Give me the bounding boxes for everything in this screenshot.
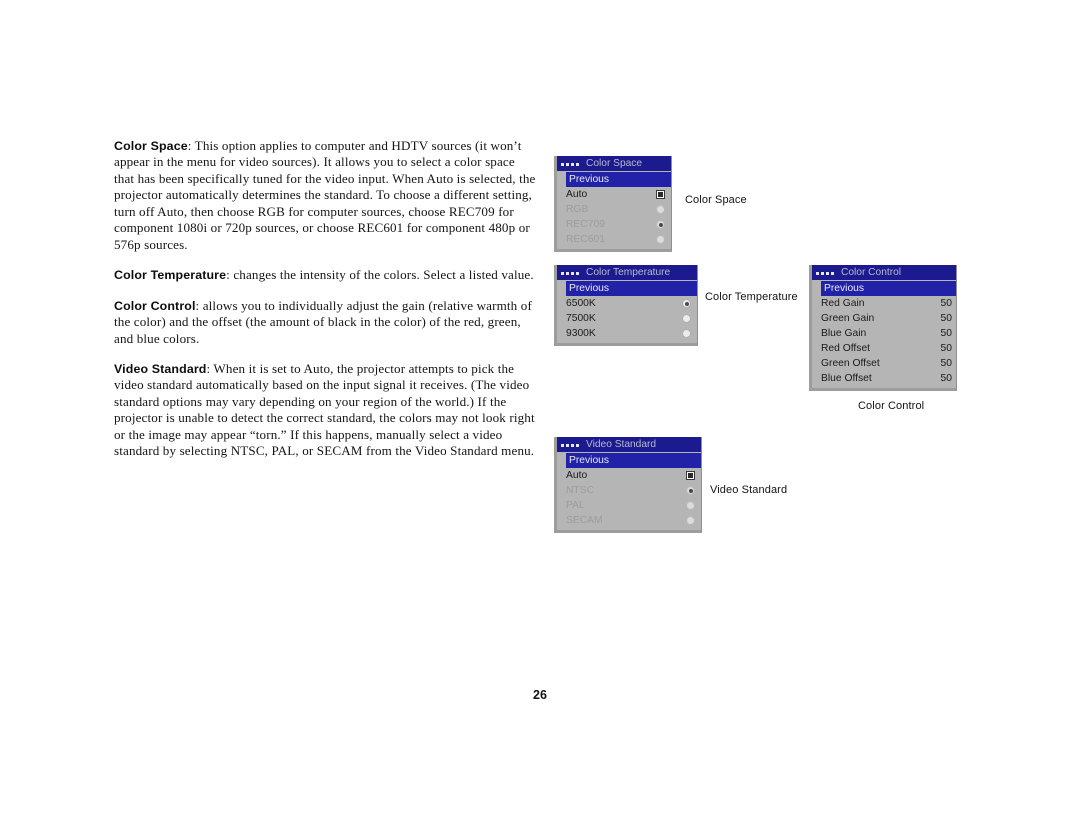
paragraph-text: : changes the intensity of the colors. S… [226, 267, 534, 283]
osd-row-list: Previous Auto NTSC PAL SECAM [557, 452, 701, 528]
osd-menu-item[interactable]: REC709 [557, 217, 671, 232]
osd-title-bar: Video Standard [557, 437, 701, 452]
osd-menu-item-value: 50 [940, 297, 952, 309]
radio-button-icon[interactable] [686, 486, 695, 495]
osd-menu-item-label: Green Offset [821, 357, 880, 369]
osd-menu-item-label: 7500K [566, 312, 596, 324]
radio-button-icon[interactable] [656, 205, 665, 214]
osd-menu-item[interactable]: REC601 [557, 232, 671, 247]
osd-menu-item-label: Blue Gain [821, 327, 867, 339]
osd-menu-item-label: Green Gain [821, 312, 875, 324]
menu-dots-icon [561, 271, 579, 275]
osd-menu-item-label: RGB [566, 203, 589, 215]
osd-menu-color-temperature[interactable]: Color Temperature Previous 6500K 7500K 9300… [554, 265, 698, 346]
osd-menu-item-label: SECAM [566, 514, 603, 526]
paragraph-color-control: Color Control: allows you to individuall… [114, 298, 538, 347]
menu-dots-icon [561, 162, 579, 166]
osd-menu-video-standard[interactable]: Video Standard Previous Auto NTSC PAL SECAM [554, 437, 702, 533]
osd-menu-item-label: 9300K [566, 327, 596, 339]
osd-menu-item-label: Auto [566, 188, 588, 200]
osd-menu-item[interactable]: Previous [566, 281, 697, 296]
osd-menu-item[interactable]: Green Offset 50 [812, 356, 956, 371]
body-text-column: Color Space: This option applies to comp… [114, 138, 538, 460]
osd-title-text: Color Space [586, 158, 643, 169]
radio-button-icon[interactable] [686, 501, 695, 510]
checkbox-icon[interactable] [656, 190, 665, 199]
osd-menu-item[interactable]: Auto [557, 187, 671, 202]
osd-menu-item-value: 50 [940, 372, 952, 384]
osd-menu-item[interactable]: RGB [557, 202, 671, 217]
osd-menu-item[interactable]: Previous [566, 172, 671, 187]
manual-page: Color Space: This option applies to comp… [0, 0, 1080, 834]
osd-menu-item-label: Previous [569, 173, 610, 185]
osd-menu-item-label: Blue Offset [821, 372, 872, 384]
osd-menu-item[interactable]: SECAM [557, 513, 701, 528]
osd-title-text: Video Standard [586, 439, 657, 450]
osd-menu-item[interactable]: NTSC [557, 483, 701, 498]
osd-menu-item-value: 50 [940, 327, 952, 339]
osd-menu-item[interactable]: Blue Offset 50 [812, 371, 956, 386]
osd-title-bar: Color Temperature [557, 265, 697, 280]
osd-menu-item[interactable]: Auto [557, 468, 701, 483]
radio-button-icon[interactable] [682, 314, 691, 323]
osd-title-text: Color Control [841, 267, 902, 278]
osd-menu-item-label: PAL [566, 499, 585, 511]
menu-dots-icon [561, 443, 579, 447]
osd-row-list: Previous Red Gain 50 Green Gain 50 Blue Gain 5… [812, 280, 956, 386]
osd-menu-item-value: 50 [940, 342, 952, 354]
osd-menu-item[interactable]: Red Gain 50 [812, 296, 956, 311]
osd-menu-item-label: REC709 [566, 218, 605, 230]
osd-menu-item[interactable]: 7500K [557, 311, 697, 326]
osd-menu-item-label: Previous [824, 282, 865, 294]
osd-menu-item-label: Previous [569, 282, 610, 294]
caption-color-space: Color Space [685, 194, 747, 206]
osd-menu-item-value: 50 [940, 312, 952, 324]
osd-menu-item[interactable]: Red Offset 50 [812, 341, 956, 356]
paragraph-lead-in: Color Space [114, 139, 188, 153]
osd-menu-item[interactable]: Blue Gain 50 [812, 326, 956, 341]
radio-button-icon[interactable] [656, 220, 665, 229]
osd-menu-item[interactable]: PAL [557, 498, 701, 513]
osd-title-text: Color Temperature [586, 267, 671, 278]
page-number: 26 [533, 688, 547, 702]
osd-menu-item-label: Red Gain [821, 297, 865, 309]
radio-button-icon[interactable] [686, 516, 695, 525]
radio-button-icon[interactable] [656, 235, 665, 244]
paragraph-color-temperature: Color Temperature: changes the intensity… [114, 267, 538, 283]
paragraph-lead-in: Color Control [114, 298, 196, 313]
caption-color-control: Color Control [858, 400, 925, 412]
paragraph-text: : This option applies to computer and HD… [114, 138, 536, 252]
paragraph-color-space: Color Space: This option applies to comp… [114, 138, 538, 253]
osd-menu-item[interactable]: 9300K [557, 326, 697, 341]
osd-menu-item-label: Previous [569, 454, 610, 466]
osd-menu-item[interactable]: Previous [821, 281, 956, 296]
radio-button-icon[interactable] [682, 329, 691, 338]
osd-menu-item-value: 50 [940, 357, 952, 369]
caption-color-temperature: Color Temperature [705, 291, 798, 303]
paragraph-lead-in: Video Standard [114, 361, 207, 376]
osd-menu-item[interactable]: Previous [566, 453, 701, 468]
osd-menu-item-label: Red Offset [821, 342, 871, 354]
osd-title-bar: Color Control [812, 265, 956, 280]
osd-menu-item-label: NTSC [566, 484, 595, 496]
osd-menu-item[interactable]: Green Gain 50 [812, 311, 956, 326]
osd-row-list: Previous Auto RGB REC709 REC601 [557, 171, 671, 247]
osd-menu-color-control[interactable]: Color Control Previous Red Gain 50 Green Ga… [809, 265, 957, 391]
osd-menu-item[interactable]: 6500K [557, 296, 697, 311]
osd-row-list: Previous 6500K 7500K 9300K [557, 280, 697, 341]
osd-menu-item-label: REC601 [566, 233, 605, 245]
checkbox-icon[interactable] [686, 471, 695, 480]
menu-dots-icon [816, 271, 834, 275]
osd-menu-item-label: 6500K [566, 297, 596, 309]
osd-title-bar: Color Space [557, 156, 671, 171]
osd-menu-item-label: Auto [566, 469, 588, 481]
radio-button-icon[interactable] [682, 299, 691, 308]
caption-video-standard: Video Standard [710, 484, 788, 496]
osd-menu-color-space[interactable]: Color Space Previous Auto RGB REC709 REC601 [554, 156, 672, 252]
paragraph-video-standard: Video Standard: When it is set to Auto, … [114, 361, 538, 460]
paragraph-lead-in: Color Temperature [114, 268, 227, 283]
